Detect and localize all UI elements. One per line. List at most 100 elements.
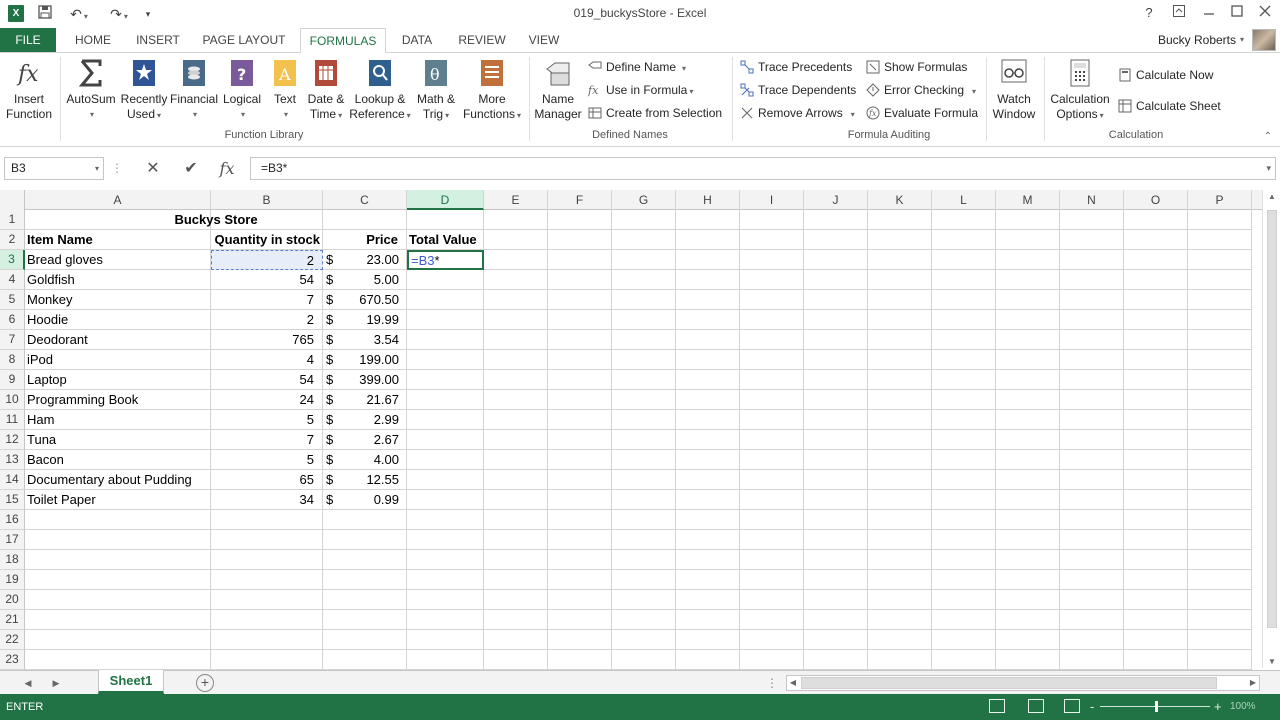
grid-cell[interactable]: [484, 550, 548, 570]
column-header-a[interactable]: A: [25, 190, 211, 210]
grid-cell[interactable]: [484, 390, 548, 410]
grid-cell[interactable]: [407, 330, 484, 350]
page-break-view-icon[interactable]: [1064, 699, 1080, 713]
grid-cell[interactable]: [676, 310, 740, 330]
grid-cell[interactable]: [548, 210, 612, 230]
use-in-formula-button[interactable]: fx Use in Formula ▾: [587, 80, 693, 100]
item-name-cell[interactable]: Deodorant: [25, 330, 211, 350]
grid-cell[interactable]: [211, 650, 323, 670]
grid-cell[interactable]: [676, 330, 740, 350]
price-cell[interactable]: $5.00: [323, 270, 407, 290]
grid-cell[interactable]: [1124, 310, 1188, 330]
grid-cell[interactable]: [1060, 530, 1124, 550]
grid-cell[interactable]: [407, 270, 484, 290]
ribbon-display-options-icon[interactable]: [1168, 3, 1190, 23]
grid-cell[interactable]: [804, 590, 868, 610]
formula-bar-grip-icon[interactable]: ⋮: [110, 157, 124, 180]
grid-cell[interactable]: [868, 290, 932, 310]
select-all-corner[interactable]: [0, 190, 25, 210]
grid-cell[interactable]: [676, 370, 740, 390]
previous-sheet-icon[interactable]: ◀: [20, 671, 36, 695]
grid-cell[interactable]: [932, 390, 996, 410]
grid-cell[interactable]: [868, 410, 932, 430]
grid-cell[interactable]: [612, 530, 676, 550]
grid-cell[interactable]: [612, 490, 676, 510]
grid-cell[interactable]: [323, 550, 407, 570]
quantity-cell[interactable]: 765: [211, 330, 323, 350]
row-header-5[interactable]: 5: [0, 290, 25, 310]
grid-cell[interactable]: [804, 270, 868, 290]
calculate-sheet-button[interactable]: Calculate Sheet: [1118, 96, 1221, 116]
grid-cell[interactable]: [932, 450, 996, 470]
grid-cell[interactable]: [484, 430, 548, 450]
grid-cell[interactable]: [323, 630, 407, 650]
grid-cell[interactable]: [868, 390, 932, 410]
grid-cell[interactable]: [932, 350, 996, 370]
grid-cell[interactable]: [612, 370, 676, 390]
grid-cell[interactable]: [932, 610, 996, 630]
text-button[interactable]: A Text ▾: [266, 57, 304, 122]
financial-button[interactable]: Financial ▾: [168, 57, 220, 122]
grid-cell[interactable]: [676, 530, 740, 550]
grid-cell[interactable]: [407, 630, 484, 650]
grid-cell[interactable]: [868, 430, 932, 450]
grid-cell[interactable]: [996, 610, 1060, 630]
item-name-cell[interactable]: Toilet Paper: [25, 490, 211, 510]
quantity-cell[interactable]: 54: [211, 270, 323, 290]
grid-cell[interactable]: [1060, 470, 1124, 490]
grid-cell[interactable]: [932, 570, 996, 590]
grid-cell[interactable]: [1060, 230, 1124, 250]
column-header-n[interactable]: N: [1060, 190, 1124, 210]
price-cell[interactable]: $19.99: [323, 310, 407, 330]
grid-cell[interactable]: [1188, 430, 1252, 450]
tab-data[interactable]: DATA: [392, 28, 442, 52]
grid-cell[interactable]: [612, 630, 676, 650]
grid-cell[interactable]: [1188, 350, 1252, 370]
column-header-h[interactable]: H: [676, 190, 740, 210]
grid-cell[interactable]: [612, 230, 676, 250]
grid-cell[interactable]: [804, 450, 868, 470]
grid-cell[interactable]: [612, 650, 676, 670]
row-header-3[interactable]: 3: [0, 250, 25, 270]
grid-cell[interactable]: [612, 290, 676, 310]
quantity-cell[interactable]: 7: [211, 290, 323, 310]
grid-cell[interactable]: [211, 630, 323, 650]
grid-cell[interactable]: [676, 430, 740, 450]
price-cell[interactable]: $0.99: [323, 490, 407, 510]
row-header-21[interactable]: 21: [0, 610, 25, 630]
item-name-cell[interactable]: Ham: [25, 410, 211, 430]
zoom-level[interactable]: 100%: [1230, 694, 1256, 720]
grid-cell[interactable]: [740, 310, 804, 330]
define-name-button[interactable]: Define Name ▾: [588, 57, 686, 77]
grid-cell[interactable]: [1188, 390, 1252, 410]
grid-cell[interactable]: [1124, 550, 1188, 570]
quantity-cell[interactable]: 7: [211, 430, 323, 450]
grid-cell[interactable]: [612, 470, 676, 490]
grid-cell[interactable]: [676, 610, 740, 630]
grid-cell[interactable]: [804, 210, 868, 230]
grid-cell[interactable]: [484, 610, 548, 630]
grid-cell[interactable]: [548, 550, 612, 570]
grid-cell[interactable]: [740, 330, 804, 350]
user-name[interactable]: Bucky Roberts: [1158, 28, 1236, 52]
grid-cell[interactable]: [1060, 510, 1124, 530]
price-cell[interactable]: $2.67: [323, 430, 407, 450]
grid-cell[interactable]: [548, 490, 612, 510]
grid-cell[interactable]: [740, 470, 804, 490]
column-header-i[interactable]: I: [740, 190, 804, 210]
grid-cell[interactable]: [804, 370, 868, 390]
grid-cell[interactable]: [1124, 570, 1188, 590]
grid-cell[interactable]: [1188, 650, 1252, 670]
grid-cell[interactable]: [1060, 610, 1124, 630]
grid-cell[interactable]: [868, 610, 932, 630]
grid-cell[interactable]: [407, 210, 484, 230]
grid-cell[interactable]: [740, 390, 804, 410]
grid-cell[interactable]: [1188, 550, 1252, 570]
zoom-out-button[interactable]: -: [1090, 694, 1094, 720]
grid-cell[interactable]: [996, 270, 1060, 290]
grid-cell[interactable]: [407, 350, 484, 370]
grid-cell[interactable]: [1124, 270, 1188, 290]
grid-cell[interactable]: [868, 270, 932, 290]
grid-cell[interactable]: [996, 370, 1060, 390]
item-name-cell[interactable]: iPod: [25, 350, 211, 370]
